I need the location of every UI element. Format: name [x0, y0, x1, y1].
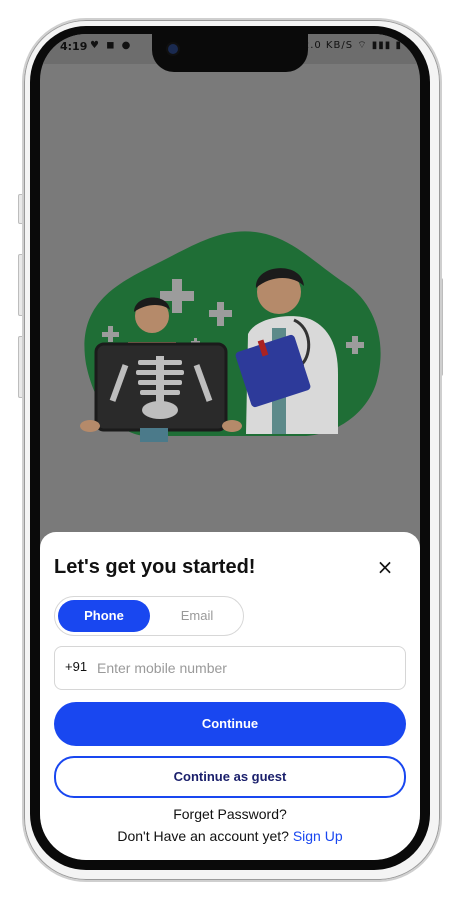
login-bottom-sheet: Let's get you started! × Phone Email +91… — [40, 532, 420, 860]
phone-notch — [152, 34, 308, 72]
mobile-number-input[interactable] — [95, 653, 399, 683]
sheet-title: Let's get you started! — [54, 556, 256, 578]
login-method-toggle: Phone Email — [54, 596, 244, 636]
continue-as-guest-button[interactable]: Continue as guest — [54, 756, 406, 798]
signup-prompt: Don't Have an account yet? — [117, 828, 289, 844]
forgot-password-link[interactable]: Forget Password? — [40, 806, 420, 822]
phone-screen: 4:19 ♥ ◼ ● ✱ 12.0 KB/S ⌔ ▮▮▮ ▮ Let's get… — [40, 34, 420, 860]
notification-icons: ♥ ◼ ● — [90, 40, 133, 51]
close-icon[interactable]: × — [374, 556, 396, 578]
status-time: 4:19 — [60, 40, 88, 53]
doctor-xray-illustration — [80, 231, 381, 442]
continue-button[interactable]: Continue — [54, 702, 406, 746]
sign-up-link[interactable]: Sign Up — [293, 828, 343, 844]
country-code[interactable]: +91 — [65, 659, 87, 674]
signup-row: Don't Have an account yet? Sign Up — [40, 828, 420, 844]
mobile-number-field: +91 — [54, 646, 406, 690]
tab-phone[interactable]: Phone — [58, 600, 150, 632]
tab-email[interactable]: Email — [155, 600, 239, 632]
front-camera-icon — [168, 44, 178, 54]
